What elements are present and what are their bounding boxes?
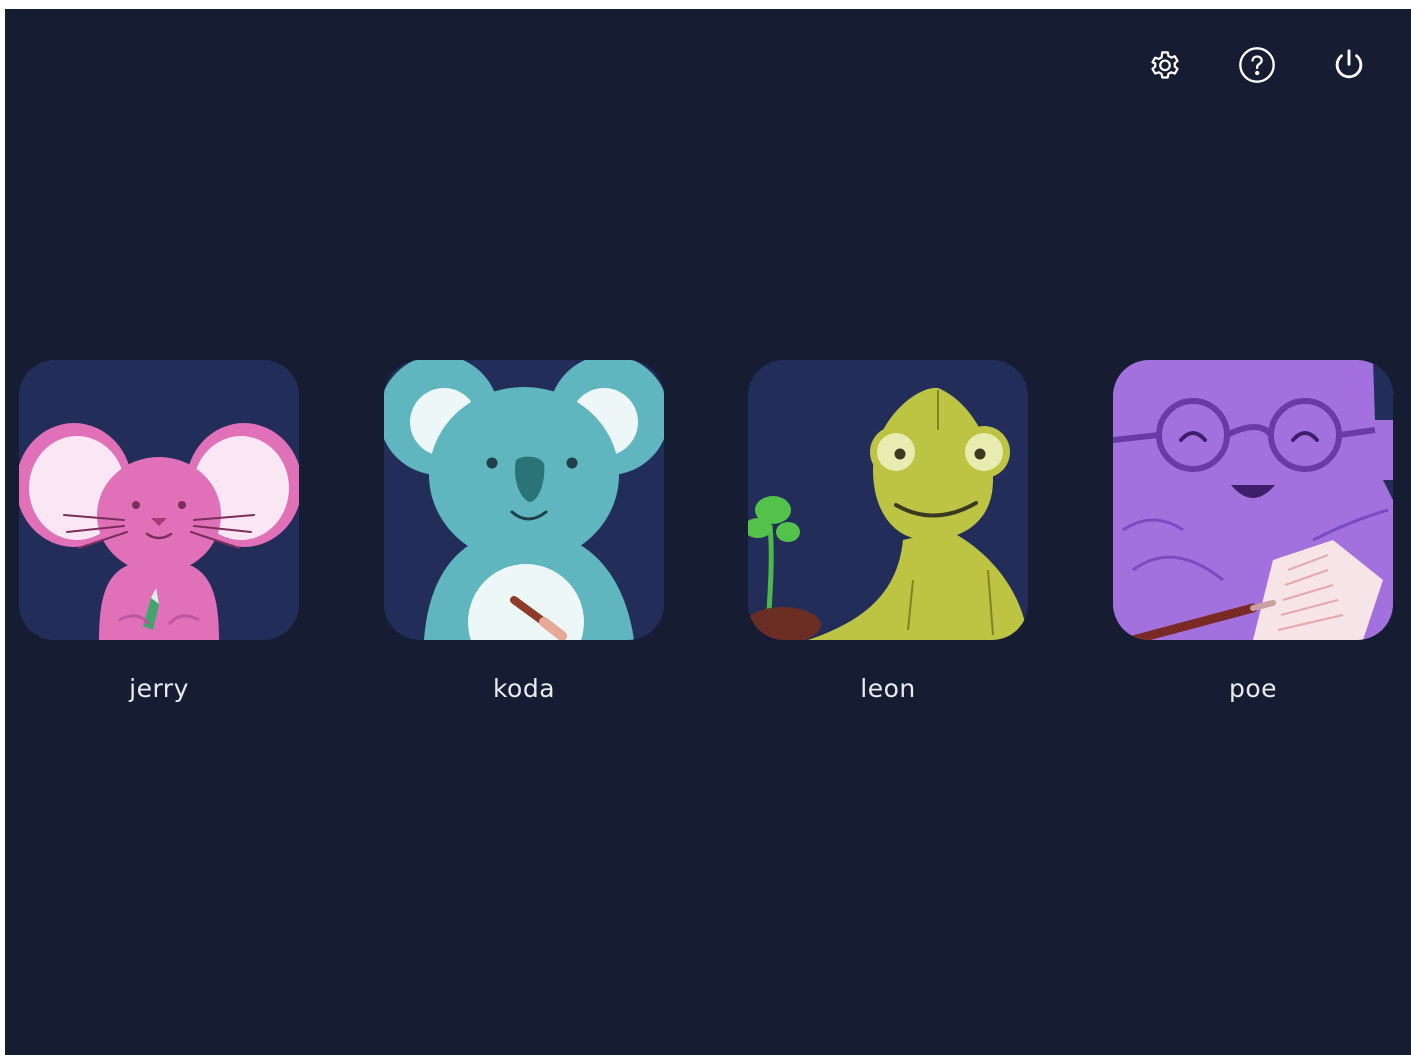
power-button[interactable] xyxy=(1329,45,1369,85)
user-name: koda xyxy=(492,674,556,703)
avatar xyxy=(1113,360,1393,640)
gear-icon xyxy=(1151,51,1179,79)
question-circle-icon xyxy=(1239,47,1275,83)
mouse-avatar-image xyxy=(19,360,299,640)
user-card-koda[interactable]: koda xyxy=(384,360,664,703)
top-toolbar xyxy=(1145,45,1369,85)
avatar xyxy=(19,360,299,640)
user-card-jerry[interactable]: jerry xyxy=(19,360,299,703)
koala-avatar-image xyxy=(384,360,664,640)
help-button[interactable] xyxy=(1237,45,1277,85)
settings-button[interactable] xyxy=(1145,45,1185,85)
avatar xyxy=(748,360,1028,640)
user-name: leon xyxy=(860,674,916,703)
login-screen: jerry koda leon poe xyxy=(5,9,1411,1055)
octopus-avatar-image xyxy=(1113,360,1393,640)
avatar xyxy=(384,360,664,640)
user-name: jerry xyxy=(129,674,189,703)
user-card-poe[interactable]: poe xyxy=(1113,360,1393,703)
user-card-leon[interactable]: leon xyxy=(748,360,1028,703)
power-icon xyxy=(1335,49,1363,79)
chameleon-avatar-image xyxy=(748,360,1028,640)
user-name: poe xyxy=(1228,674,1278,703)
